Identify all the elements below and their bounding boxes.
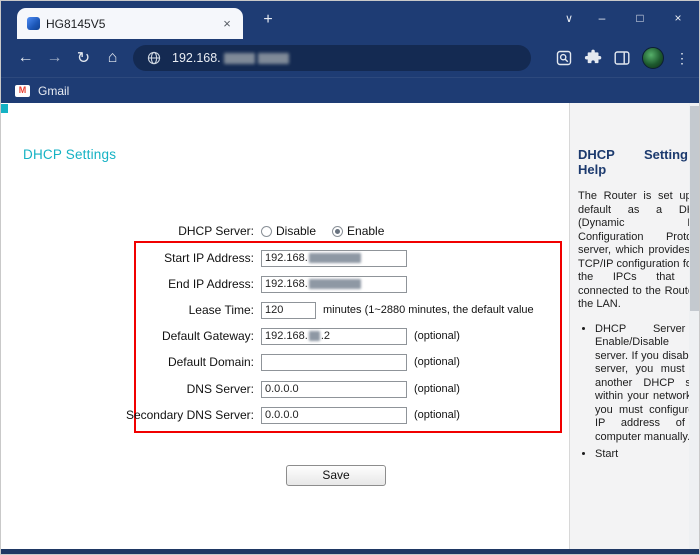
browser-tab-hg8145v5[interactable]: HG8145V5 ×	[17, 8, 243, 39]
field-label: DNS Server:	[186, 382, 254, 396]
bookmarks-bar: M Gmail	[1, 77, 699, 103]
router-page: DHCP Settings DHCP Server: Disable Enabl…	[1, 103, 568, 549]
field-note: (optional)	[414, 383, 460, 395]
dhcp-server-row: DHCP Server: Disable Enable	[69, 222, 400, 240]
extensions-puzzle-icon[interactable]	[584, 49, 602, 67]
save-button[interactable]: Save	[286, 465, 386, 486]
value-text: 0.0.0.0	[265, 383, 299, 395]
form-row: Lease Time: 120 minutes (1~2880 minutes,…	[69, 301, 534, 319]
tab-close-icon[interactable]: ×	[219, 16, 235, 31]
form-row: DNS Server: 0.0.0.0 (optional)	[69, 380, 460, 398]
new-tab-button[interactable]: +	[257, 9, 279, 31]
form-row: Default Gateway: 192.168. .2 (optional)	[69, 327, 460, 345]
redacted-value	[308, 253, 361, 263]
redacted-value	[308, 331, 320, 341]
field-label: Default Gateway:	[161, 329, 254, 343]
home-icon[interactable]: ⌂	[98, 49, 127, 67]
value-tail: .2	[320, 330, 331, 342]
dhcp-server-label: DHCP Server:	[178, 224, 254, 238]
secondary-dns-input[interactable]: 0.0.0.0	[261, 406, 407, 424]
field-note: (optional)	[414, 330, 460, 342]
field-label: Default Domain:	[167, 355, 254, 369]
back-icon[interactable]: ←	[11, 49, 40, 67]
form-row: Start IP Address: 192.168.	[69, 249, 414, 267]
bottom-status-strip	[1, 549, 699, 554]
address-bar[interactable]: 192.168.	[133, 45, 531, 71]
start-ip-input[interactable]: 192.168.	[261, 249, 407, 267]
value-text: 0.0.0.0	[265, 409, 299, 421]
close-window-button[interactable]: ×	[659, 11, 697, 25]
search-tabs-icon[interactable]	[555, 49, 573, 67]
profile-avatar[interactable]	[642, 47, 664, 69]
field-note: (optional)	[414, 409, 460, 421]
tab-search-chevron-icon[interactable]: ∨	[555, 12, 583, 25]
browser-menu-icon[interactable]: ⋮	[675, 50, 689, 67]
browser-window: HG8145V5 × + ∨ – □ × ← → ↻ ⌂ 192.168. ⋮ …	[0, 0, 700, 555]
disable-radio-label[interactable]: Disable	[276, 224, 316, 238]
help-title: DHCP Setting Help	[578, 147, 688, 177]
end-ip-input[interactable]: 192.168.	[261, 275, 407, 293]
form-row: End IP Address: 192.168.	[69, 275, 414, 293]
form-row: Secondary DNS Server: 0.0.0.0 (optional)	[69, 406, 460, 424]
help-bullet: DHCP Server - Enable/Disable the server.…	[595, 323, 689, 445]
redacted-url-octet	[257, 52, 289, 64]
tab-title: HG8145V5	[46, 16, 106, 31]
browser-toolbar: ← → ↻ ⌂ 192.168. ⋮	[1, 39, 699, 77]
page-corner-accent	[1, 104, 8, 113]
value-prefix: 192.168.	[265, 278, 308, 290]
field-label: Secondary DNS Server:	[125, 408, 254, 422]
forward-icon[interactable]: →	[40, 49, 69, 67]
site-favicon-icon	[27, 17, 40, 30]
field-note: minutes (1~2880 minutes, the default val…	[323, 304, 534, 316]
window-controls: ∨ – □ ×	[555, 1, 697, 35]
field-label: Start IP Address:	[164, 251, 254, 265]
bookmark-label: Gmail	[38, 83, 70, 98]
page-title: DHCP Settings	[23, 147, 117, 162]
field-note: (optional)	[414, 356, 460, 368]
site-info-globe-icon[interactable]	[145, 49, 163, 67]
side-panel-icon[interactable]	[613, 49, 631, 67]
maximize-button[interactable]: □	[621, 11, 659, 25]
help-paragraph: The Router is set up by default as a DHC…	[578, 190, 689, 310]
value-text: 120	[265, 304, 284, 316]
tab-strip: HG8145V5 × + ∨ – □ ×	[1, 1, 699, 39]
gmail-icon: M	[15, 84, 30, 97]
toolbar-right-icons: ⋮	[555, 47, 691, 69]
reload-icon[interactable]: ↻	[69, 48, 98, 68]
enable-radio[interactable]	[332, 225, 344, 237]
dns-server-input[interactable]: 0.0.0.0	[261, 380, 407, 398]
bookmark-gmail[interactable]: M Gmail	[15, 84, 69, 98]
form-row: Default Domain: (optional)	[69, 353, 460, 371]
value-prefix: 192.168.	[265, 330, 308, 342]
page-scrollbar[interactable]	[689, 103, 699, 549]
url-prefix: 192.168.	[172, 51, 221, 65]
field-label: Lease Time:	[188, 303, 254, 317]
scrollbar-thumb[interactable]	[690, 106, 699, 311]
field-label: End IP Address:	[168, 277, 254, 291]
disable-radio[interactable]	[261, 225, 272, 237]
lease-time-input[interactable]: 120	[261, 301, 316, 319]
value-prefix: 192.168.	[265, 252, 308, 264]
redacted-url-octet	[223, 52, 255, 64]
help-bullet: Start	[595, 448, 689, 462]
redacted-value	[308, 279, 361, 289]
default-domain-input[interactable]	[261, 353, 407, 371]
url-text: 192.168.	[172, 51, 289, 65]
default-gateway-input[interactable]: 192.168. .2	[261, 327, 407, 345]
help-bullet-list: DHCP Server - Enable/Disable the server.…	[578, 323, 689, 462]
minimize-button[interactable]: –	[583, 11, 621, 25]
enable-radio-label[interactable]: Enable	[347, 224, 384, 238]
help-panel: DHCP Setting Help The Router is set up b…	[569, 103, 689, 549]
